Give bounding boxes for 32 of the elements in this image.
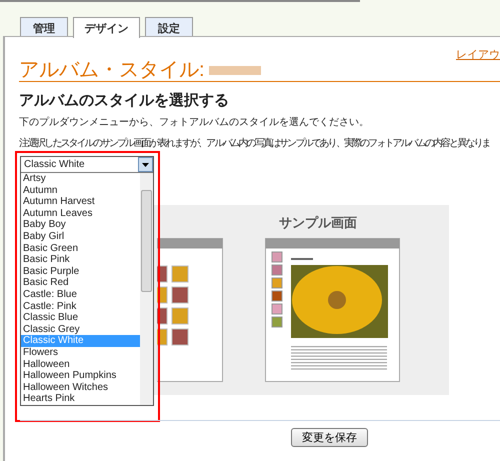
dropdown-option[interactable]: Autumn [21, 184, 140, 196]
dropdown-option[interactable]: Baby Boy [21, 219, 140, 231]
tab[interactable]: 管理 [20, 17, 68, 37]
dropdown-option[interactable]: Castle: Blue [21, 288, 140, 301]
dropdown-option[interactable]: Artsy [21, 173, 140, 185]
section-heading: アルバムのスタイルを選択する [19, 92, 230, 110]
dropdown-option[interactable]: Flowers [21, 346, 140, 358]
dropdown-option[interactable]: Basic Red [21, 277, 140, 289]
dropdown-option[interactable]: Classic Blue [21, 312, 140, 324]
dropdown-value: Classic White [24, 159, 86, 170]
dropdown-option[interactable]: Hearts Pink [21, 393, 140, 405]
dropdown-option[interactable]: Basic Purple [21, 266, 140, 278]
scrollbar[interactable] [140, 173, 153, 405]
layout-link[interactable]: レイアウ [456, 47, 500, 59]
dropdown-option[interactable]: Halloween [21, 358, 140, 370]
dropdown-option[interactable]: Castle: Pink [21, 300, 140, 312]
dropdown-option[interactable]: Baby Girl [21, 230, 140, 243]
page-title: アルバム・スタイル: [19, 59, 205, 81]
dropdown-option[interactable]: Autumn Harvest [21, 196, 140, 208]
dropdown-option[interactable]: Halloween Pumpkins [21, 370, 140, 382]
dropdown-option[interactable]: Classic Grey [21, 324, 140, 336]
description-text: 下のプルダウンメニューから、フォトアルバムのスタイルを選んでください。 [19, 116, 370, 129]
sample-title: サンプル画面 [279, 214, 357, 232]
dropdown-option[interactable]: Basic Pink [21, 254, 140, 266]
dropdown-option[interactable]: Basic Green [21, 242, 140, 254]
tab[interactable]: 設定 [145, 17, 193, 37]
dropdown-option[interactable]: Autumn Leaves [21, 208, 140, 220]
redacted-block [208, 66, 261, 74]
tab[interactable]: デザイン [73, 17, 140, 38]
note-text: 注:選択したスタイルのサンプル画面が表れますが、アルバム内の写真はサンプルであり、実際のフォトアルバムの内容と異なりま [19, 137, 491, 150]
save-button[interactable]: 変更を保存 [291, 428, 368, 447]
dropdown-option[interactable]: Halloween Witches [21, 382, 140, 394]
